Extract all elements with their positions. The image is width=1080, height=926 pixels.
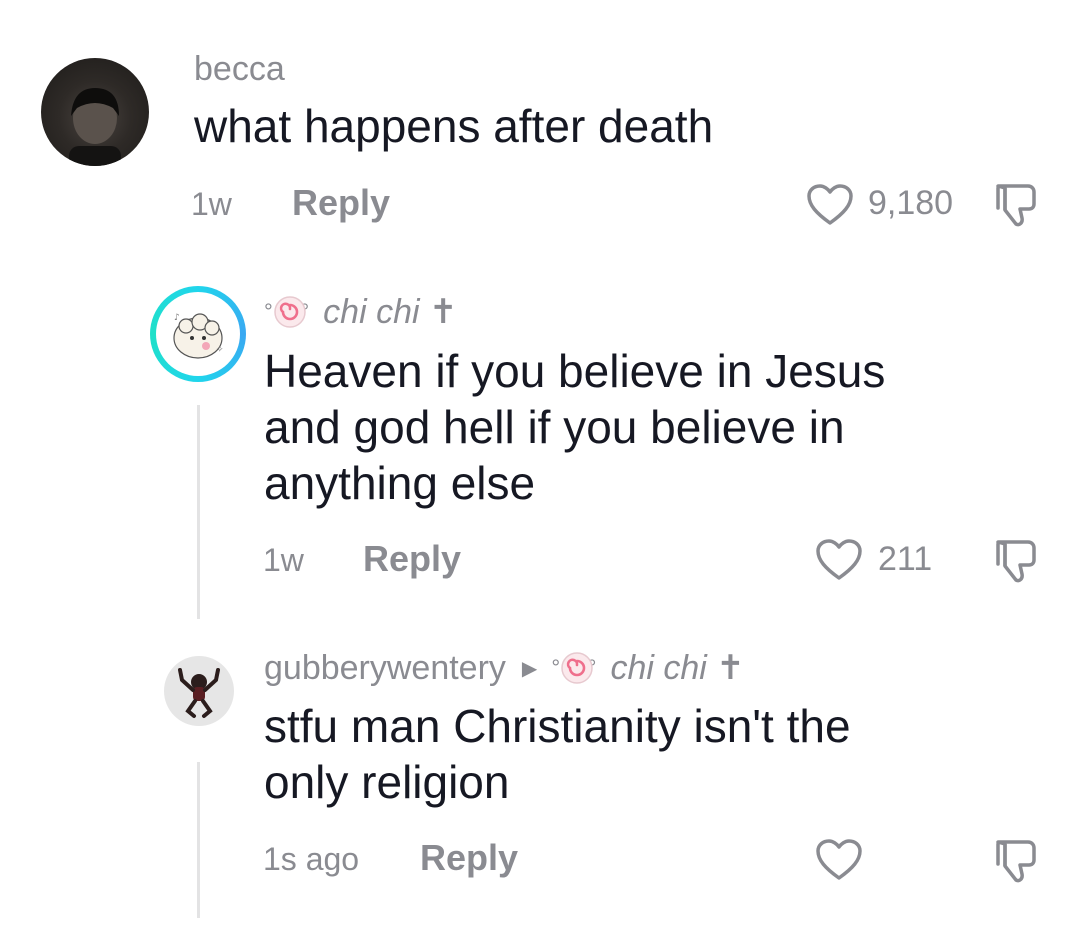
dancing-figure-avatar-icon: [178, 668, 220, 718]
comment-header: gubberywentery ▶ °.˚ ° chi chi ✝: [264, 648, 745, 688]
dislike-button[interactable]: [990, 180, 1040, 230]
comment-text: Heaven if you believe in Jesus and god h…: [264, 343, 1024, 511]
narutomaki-icon: [561, 652, 594, 684]
comment-timestamp: 1w: [191, 186, 232, 222]
svg-text:♪: ♪: [174, 313, 180, 323]
comment-timestamp: 1w: [263, 542, 304, 578]
comment-username[interactable]: °.˚ ° chi chi ✝: [264, 292, 457, 332]
heart-outline-icon: [816, 539, 862, 580]
comment-username[interactable]: gubberywentery: [264, 649, 506, 688]
comment-line: only religion: [264, 756, 510, 808]
comment-line: stfu man Christianity isn't the: [264, 700, 851, 752]
avatar-becca[interactable]: [41, 58, 149, 166]
comment-line: and god hell if you believe in: [264, 401, 845, 453]
dislike-button[interactable]: [990, 836, 1040, 886]
like-button[interactable]: [815, 838, 863, 882]
thumbs-down-icon: [996, 540, 1036, 583]
svg-text:✧: ✧: [216, 345, 224, 355]
cartoon-sheep-avatar-icon: ♪ ✧: [173, 313, 224, 359]
heart-outline-icon: [816, 839, 862, 880]
comment-line: anything else: [264, 457, 536, 509]
heart-outline-icon: [807, 184, 853, 225]
comment-text: stfu man Christianity isn't the only rel…: [264, 698, 1024, 810]
comment-text: what happens after death: [194, 100, 714, 152]
reply-button[interactable]: Reply: [420, 837, 518, 879]
comment-line: Heaven if you believe in Jesus: [264, 345, 886, 397]
thumbs-down-icon: [996, 840, 1036, 883]
like-count: 211: [878, 540, 933, 578]
narutomaki-icon: [274, 296, 306, 328]
like-button[interactable]: [815, 538, 863, 582]
dislike-button[interactable]: [990, 536, 1040, 586]
reply-button[interactable]: Reply: [292, 182, 390, 224]
like-button[interactable]: [806, 183, 854, 227]
reply-to-username[interactable]: chi chi ✝: [610, 648, 744, 688]
thread-line: [197, 762, 200, 918]
comment-username[interactable]: becca: [194, 50, 285, 89]
thumbs-down-icon: [996, 184, 1036, 227]
reply-button[interactable]: Reply: [363, 538, 461, 580]
comment-timestamp: 1s ago: [263, 841, 360, 877]
avatar-chi-chi[interactable]: ♪ ✧: [150, 286, 246, 382]
dark-photo-avatar-icon: [69, 88, 121, 166]
username-text: chi chi ✝: [323, 293, 458, 331]
reply-arrow-icon: ▶: [521, 657, 538, 680]
like-count: 9,180: [868, 184, 954, 222]
avatar-gubberywentery[interactable]: [164, 656, 234, 726]
thread-line: [197, 405, 200, 619]
